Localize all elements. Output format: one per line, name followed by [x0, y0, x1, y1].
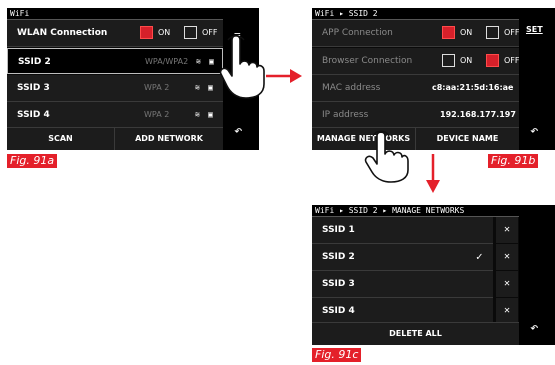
saved-network-row[interactable]: SSID 1 — [312, 217, 493, 244]
saved-network-name: SSID 2 — [322, 252, 355, 262]
wlan-on-checkbox[interactable] — [140, 26, 153, 39]
network-security: WPA 2 — [144, 110, 170, 119]
caption-fig-91a: Fig. 91a — [7, 154, 58, 168]
browser-on-label: ON — [460, 56, 473, 65]
button-bar: SCAN ADD NETWORK — [7, 127, 223, 150]
wifi-signal-icon: ≋ — [195, 83, 200, 92]
app-on-checkbox[interactable] — [442, 26, 455, 39]
lock-icon: ▣ — [209, 57, 214, 66]
saved-network-row[interactable]: SSID 4 — [312, 298, 493, 325]
saved-network-name: SSID 1 — [322, 225, 355, 235]
saved-network-row[interactable]: SSID 2 ✓ — [312, 244, 493, 271]
wlan-on-label: ON — [158, 28, 171, 37]
side-panel: SET ↶ — [519, 19, 555, 150]
wlan-connection-label: WLAN Connection — [17, 28, 108, 38]
mac-address-row: MAC address c8:aa:21:5d:16:ae — [312, 75, 519, 102]
app-off-checkbox[interactable] — [486, 26, 499, 39]
delete-x-icon[interactable]: ✕ — [496, 271, 518, 297]
mac-address-label: MAC address — [322, 83, 381, 93]
lock-icon: ▣ — [208, 83, 213, 92]
saved-network-name: SSID 3 — [322, 279, 355, 289]
screen-header: WiFi — [7, 8, 259, 20]
add-network-button[interactable]: ADD NETWORK — [115, 128, 223, 150]
wlan-off-checkbox[interactable] — [184, 26, 197, 39]
network-security: WPA 2 — [144, 83, 170, 92]
delete-x-icon[interactable]: ✕ — [496, 217, 518, 243]
browser-on-checkbox[interactable] — [442, 54, 455, 67]
arrow-icon — [426, 154, 440, 193]
ip-address-label: IP address — [322, 110, 369, 120]
hand-pointer-icon — [219, 34, 265, 99]
set-button[interactable]: SET — [526, 25, 543, 34]
scan-button[interactable]: SCAN — [7, 128, 115, 150]
network-row-ssid2[interactable]: SSID 2 WPA/WPA2 ≋ ▣ — [7, 48, 223, 74]
side-panel: ↶ — [519, 216, 555, 345]
network-security: WPA/WPA2 — [145, 57, 189, 66]
wifi-signal-icon: ≋ — [196, 57, 201, 66]
app-on-label: ON — [460, 28, 473, 37]
network-row-ssid4[interactable]: SSID 4 WPA 2 ≋ ▣ — [7, 102, 223, 129]
wlan-off-label: OFF — [202, 28, 218, 37]
network-name: SSID 2 — [18, 57, 51, 67]
app-off-label: OFF — [504, 28, 520, 37]
lock-icon: ▣ — [208, 110, 213, 119]
device-name-button[interactable]: DEVICE NAME — [416, 128, 519, 150]
saved-network-name: SSID 4 — [322, 306, 355, 316]
delete-all-button[interactable]: DELETE ALL — [312, 323, 519, 345]
delete-x-icon[interactable]: ✕ — [496, 298, 518, 324]
wifi-signal-icon: ≋ — [195, 110, 200, 119]
caption-fig-91b: Fig. 91b — [488, 154, 539, 168]
back-icon[interactable]: ↶ — [530, 320, 538, 336]
check-icon: ✓ — [476, 250, 483, 263]
hand-pointer-icon — [364, 130, 409, 183]
browser-off-checkbox[interactable] — [486, 54, 499, 67]
arrow-icon — [266, 69, 302, 83]
button-bar: MANAGE NETWORKS DEVICE NAME — [312, 127, 519, 150]
network-row-ssid3[interactable]: SSID 3 WPA 2 ≋ ▣ — [7, 75, 223, 102]
saved-network-row[interactable]: SSID 3 — [312, 271, 493, 298]
screen-fig-91b: WiFi ▸ SSID 2 APP Connection ON OFF Brow… — [312, 8, 555, 150]
browser-connection-label: Browser Connection — [322, 56, 413, 66]
mac-address-value: c8:aa:21:5d:16:ae — [432, 83, 514, 92]
delete-x-icon[interactable]: ✕ — [496, 244, 518, 270]
browser-connection-row[interactable]: Browser Connection ON OFF — [312, 48, 520, 75]
browser-off-label: OFF — [504, 56, 520, 65]
ip-address-value: 192.168.177.197 — [440, 110, 516, 119]
screen-fig-91c: WiFi ▸ SSID 2 ▸ MANAGE NETWORKS SSID 1 ✕… — [312, 205, 555, 345]
ip-address-row: IP address 192.168.177.197 — [312, 102, 519, 129]
network-name: SSID 3 — [17, 83, 50, 93]
back-icon[interactable]: ↶ — [234, 123, 242, 139]
network-name: SSID 4 — [17, 110, 50, 120]
app-connection-label: APP Connection — [322, 28, 393, 38]
caption-fig-91c: Fig. 91c — [312, 348, 362, 362]
button-bar: DELETE ALL — [312, 322, 519, 345]
wlan-connection-row[interactable]: WLAN Connection ON OFF — [7, 20, 223, 47]
app-connection-row[interactable]: APP Connection ON OFF — [312, 20, 520, 47]
back-icon[interactable]: ↶ — [530, 123, 538, 139]
